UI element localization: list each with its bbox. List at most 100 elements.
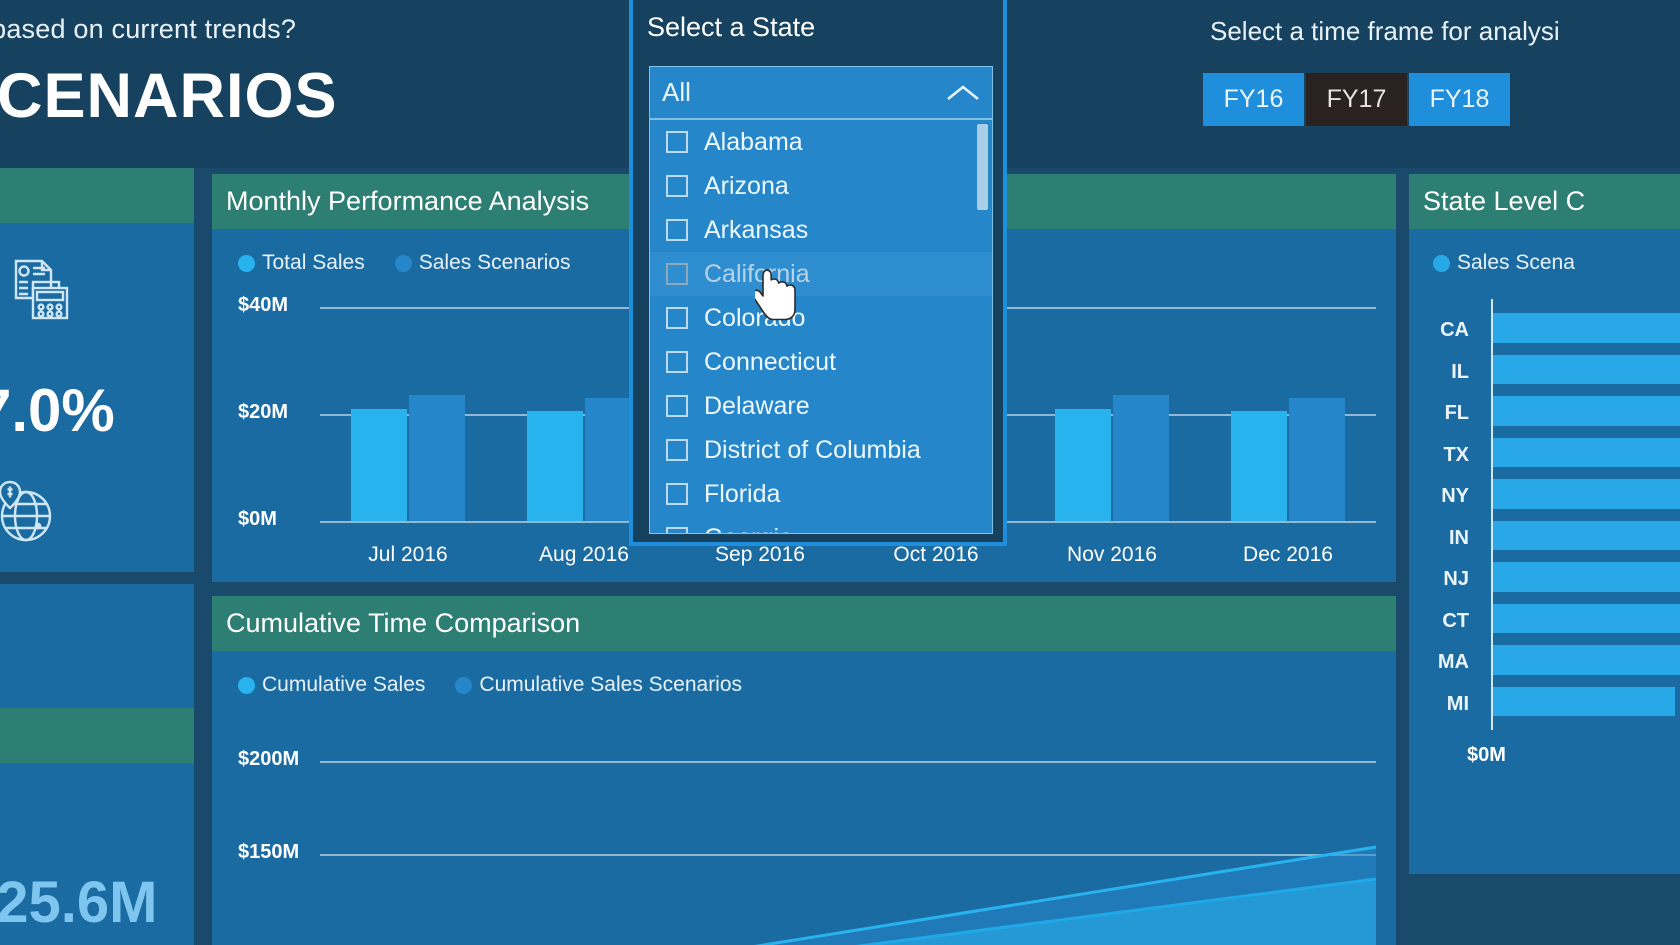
legend-item[interactable]: Total Sales bbox=[238, 251, 365, 275]
checkbox-icon[interactable] bbox=[666, 263, 688, 285]
state-chart[interactable]: Sales Scena CA IL FL TX NY IN NJ CT MA MI $0M bbox=[1409, 229, 1680, 874]
dashboard-root: ts based on current trends? SCENARIOS Se… bbox=[0, 0, 1680, 945]
state-bar-label: CA bbox=[1440, 319, 1469, 341]
cumulative-area-series bbox=[754, 845, 1377, 945]
kpi-card-caption bbox=[0, 168, 194, 223]
state-bar-label: CT bbox=[1442, 609, 1469, 632]
slicer-option-connecticut[interactable]: Connecticut bbox=[650, 340, 992, 384]
slicer-option-colorado[interactable]: Colorado bbox=[650, 296, 992, 340]
kpi-value-total: $25.6M bbox=[0, 870, 158, 935]
state-bar-label: IL bbox=[1451, 360, 1469, 383]
legend-color-dot bbox=[1433, 254, 1450, 272]
x-axis-tick-label: Dec 2016 bbox=[1243, 543, 1333, 566]
kpi-value-growth: 7.0% bbox=[0, 377, 115, 444]
chart-bar[interactable] bbox=[1113, 395, 1169, 521]
y-axis-tick-label: $0M bbox=[238, 508, 277, 530]
kpi-column: 7.0% 1.0% $25.6 bbox=[0, 168, 194, 945]
slicer-option-label: Colorado bbox=[704, 303, 806, 332]
state-bar[interactable] bbox=[1493, 437, 1680, 467]
checkbox-icon[interactable] bbox=[666, 483, 688, 505]
slicer-option-arkansas[interactable]: Arkansas bbox=[650, 208, 992, 252]
slicer-option-district-of-columbia[interactable]: District of Columbia bbox=[650, 428, 992, 472]
slicer-selected-value: All bbox=[662, 77, 691, 107]
x-axis-tick-label: $0M bbox=[1467, 744, 1506, 766]
chevron-up-icon[interactable] bbox=[946, 83, 980, 103]
timeframe-selector[interactable]: FY16 FY17 FY18 bbox=[1203, 73, 1510, 126]
chart-legend: Total Sales Sales Scenarios bbox=[238, 251, 570, 275]
state-bar[interactable] bbox=[1493, 313, 1680, 343]
legend-item[interactable]: Sales Scena bbox=[1433, 251, 1575, 275]
state-bar-label: IN bbox=[1449, 526, 1469, 549]
legend-label: Sales Scenarios bbox=[418, 251, 571, 274]
slicer-option-california[interactable]: California bbox=[650, 252, 992, 296]
cumulative-chart[interactable]: Cumulative Sales Cumulative Sales Scenari… bbox=[212, 651, 1396, 945]
slicer-option-label: Arkansas bbox=[704, 215, 809, 244]
chart-bar[interactable] bbox=[1055, 408, 1111, 521]
checkbox-icon[interactable] bbox=[666, 351, 688, 373]
timeframe-button-fy18[interactable]: FY18 bbox=[1409, 73, 1510, 126]
checkbox-icon[interactable] bbox=[666, 439, 688, 461]
y-axis-tick-label: $40M bbox=[238, 294, 289, 316]
slicer-option-label: Delaware bbox=[704, 391, 810, 420]
chart-bar[interactable] bbox=[1289, 397, 1345, 521]
globe-dollar-pin-icon bbox=[0, 476, 60, 551]
state-bar-label: MI bbox=[1446, 692, 1469, 715]
x-axis-tick-label: Nov 2016 bbox=[1067, 543, 1157, 566]
slicer-option-alabama[interactable]: Alabama bbox=[650, 120, 992, 164]
state-bar[interactable] bbox=[1493, 520, 1680, 550]
x-axis-tick-label: Sep 2016 bbox=[715, 543, 805, 566]
state-bar[interactable] bbox=[1493, 562, 1680, 592]
state-bar[interactable] bbox=[1493, 645, 1680, 675]
slicer-option-delaware[interactable]: Delaware bbox=[650, 384, 992, 428]
slicer-option-label: District of Columbia bbox=[704, 435, 921, 464]
slicer-option-florida[interactable]: Florida bbox=[650, 472, 992, 516]
state-bar[interactable] bbox=[1493, 686, 1675, 716]
panel-title-bar-state: State Level C bbox=[1409, 174, 1680, 229]
page-title: SCENARIOS bbox=[0, 61, 338, 131]
panel-title-cumulative: Cumulative Time Comparison bbox=[226, 608, 581, 638]
panel-title-bar-cumulative: Cumulative Time Comparison bbox=[212, 596, 1396, 651]
state-bar[interactable] bbox=[1493, 354, 1680, 384]
state-bar-label: NY bbox=[1441, 485, 1469, 507]
panel-cumulative-time: Cumulative Time Comparison Cumulative Sa… bbox=[212, 596, 1396, 945]
slicer-option-label: California bbox=[704, 259, 810, 288]
legend-color-dot bbox=[238, 254, 255, 272]
state-bar[interactable] bbox=[1493, 603, 1680, 633]
panel-title-state: State Level C bbox=[1423, 186, 1586, 216]
panel-title-monthly: Monthly Performance Analysis bbox=[226, 186, 590, 216]
timeframe-button-fy17[interactable]: FY17 bbox=[1306, 73, 1407, 126]
checkbox-icon[interactable] bbox=[666, 307, 688, 329]
slicer-option-georgia[interactable]: Georgia bbox=[650, 516, 992, 533]
kpi-card-growth: 7.0% 1.0% bbox=[0, 168, 194, 657]
y-axis-tick-label: $20M bbox=[238, 401, 289, 423]
panel-state-level: State Level C Sales Scena CA IL FL TX NY IN NJ C… bbox=[1409, 174, 1680, 874]
x-axis-tick-label: Oct 2016 bbox=[893, 543, 979, 566]
chart-legend: Sales Scena bbox=[1433, 251, 1575, 275]
checkbox-icon[interactable] bbox=[666, 395, 688, 417]
slicer-option-list[interactable]: Alabama Arizona Arkansas California Colorado… bbox=[649, 119, 993, 534]
slicer-option-arizona[interactable]: Arizona bbox=[650, 164, 992, 208]
state-bar-label: MA bbox=[1437, 651, 1469, 673]
chart-bar[interactable] bbox=[351, 408, 407, 521]
invoice-calculator-icon bbox=[11, 258, 73, 327]
timeframe-label: Select a time frame for analysi bbox=[1210, 16, 1560, 46]
header-subtitle: ts based on current trends? bbox=[0, 14, 297, 44]
state-bar[interactable] bbox=[1493, 479, 1680, 509]
checkbox-icon[interactable] bbox=[666, 131, 688, 153]
checkbox-icon[interactable] bbox=[666, 527, 688, 533]
timeframe-button-fy16[interactable]: FY16 bbox=[1203, 73, 1304, 126]
state-bar-label: NJ bbox=[1443, 568, 1469, 590]
kpi-card-caption-total bbox=[0, 708, 194, 763]
state-bar[interactable] bbox=[1493, 396, 1680, 426]
kpi-card-total: $25.6M bbox=[0, 708, 194, 945]
legend-item[interactable]: Sales Scenarios bbox=[394, 251, 571, 275]
legend-label: Total Sales bbox=[262, 251, 365, 274]
checkbox-icon[interactable] bbox=[666, 175, 688, 197]
checkbox-icon[interactable] bbox=[666, 219, 688, 241]
chart-bar[interactable] bbox=[1231, 411, 1287, 521]
chart-bar[interactable] bbox=[527, 411, 583, 521]
chart-bar[interactable] bbox=[409, 395, 465, 521]
state-slicer[interactable]: Select a State All Alabama Arizona Arkansa… bbox=[629, 0, 1007, 546]
state-bar-label: TX bbox=[1443, 443, 1469, 466]
slicer-dropdown-toggle[interactable]: All bbox=[649, 66, 993, 119]
